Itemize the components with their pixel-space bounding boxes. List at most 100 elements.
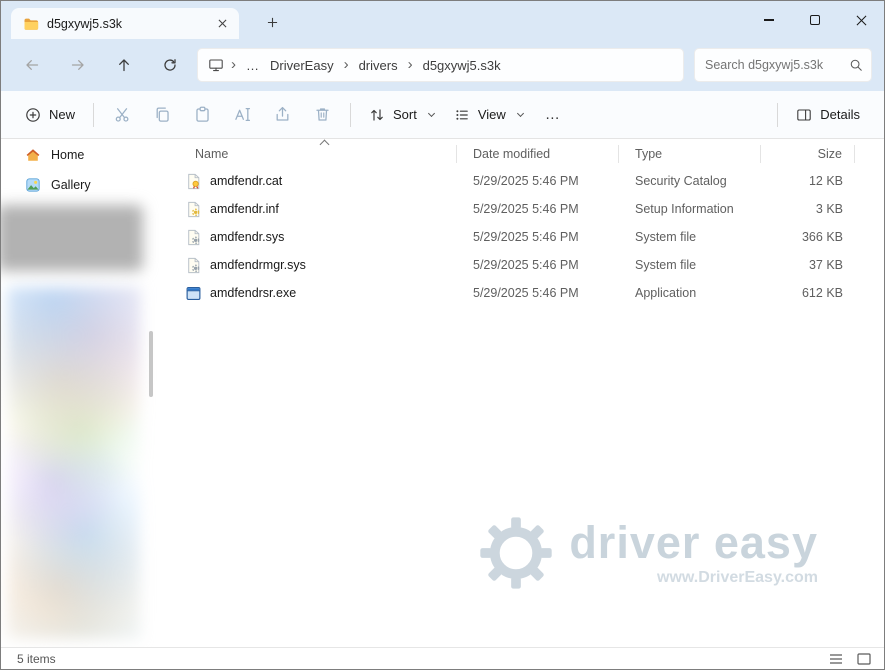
sidebar-item-gallery[interactable]: Gallery [9, 171, 153, 199]
file-type: System file [619, 230, 761, 244]
breadcrumb-item-current[interactable]: d5gxywj5.s3k [418, 55, 506, 76]
file-table: Name Date modified Type Size amdfendr.ca… [179, 141, 855, 307]
gallery-icon [25, 177, 41, 193]
redacted-sidebar-block [1, 205, 143, 271]
details-view-toggle[interactable] [824, 650, 848, 668]
file-size: 12 KB [761, 174, 855, 188]
sidebar-item-home[interactable]: Home [9, 141, 153, 169]
file-name: amdfendrmgr.sys [210, 258, 306, 272]
file-size: 612 KB [761, 286, 855, 300]
file-name: amdfendr.sys [210, 230, 284, 244]
forward-icon [70, 57, 86, 73]
column-header-type[interactable]: Type [619, 145, 761, 163]
up-icon [116, 57, 132, 73]
search-box[interactable] [694, 48, 872, 82]
chevron-right-icon: › [226, 56, 241, 75]
command-bar: New Sort View [1, 91, 884, 139]
breadcrumb-item-drivers[interactable]: drivers [354, 55, 403, 76]
status-bar: 5 items [1, 647, 884, 669]
cut-button[interactable] [102, 98, 142, 132]
setup-file-icon [185, 201, 202, 218]
column-header-label: Size [818, 147, 842, 161]
list-view-icon [829, 653, 843, 665]
this-pc-icon [208, 57, 224, 73]
rename-button[interactable] [222, 98, 262, 132]
table-row[interactable]: amdfendr.inf 5/29/2025 5:46 PM Setup Inf… [179, 195, 855, 223]
explorer-tab[interactable]: d5gxywj5.s3k [11, 8, 239, 39]
sidebar-scrollbar[interactable] [149, 331, 153, 397]
new-button[interactable]: New [15, 100, 85, 130]
chevron-right-icon: › [403, 56, 418, 75]
file-size: 37 KB [761, 258, 855, 272]
titlebar: d5gxywj5.s3k [1, 1, 884, 39]
column-headers: Name Date modified Type Size [179, 141, 855, 167]
breadcrumb-item-drivereasy[interactable]: DriverEasy [265, 55, 339, 76]
maximize-icon [810, 15, 820, 25]
file-name: amdfendr.cat [210, 174, 282, 188]
system-file-icon [185, 257, 202, 274]
close-button[interactable] [838, 1, 884, 39]
sidebar-item-label: Gallery [51, 178, 91, 192]
more-options-button[interactable]: … [533, 98, 573, 132]
view-button[interactable]: View [444, 100, 533, 130]
maximize-button[interactable] [792, 1, 838, 39]
table-row[interactable]: amdfendrsr.exe 5/29/2025 5:46 PM Applica… [179, 279, 855, 307]
refresh-button[interactable] [153, 48, 187, 82]
search-input[interactable] [705, 58, 849, 72]
breadcrumb-overflow[interactable]: … [241, 58, 265, 73]
refresh-icon [162, 57, 178, 73]
share-button[interactable] [262, 98, 302, 132]
application-file-icon [185, 285, 202, 302]
column-header-name[interactable]: Name [179, 145, 457, 163]
window-controls [746, 1, 884, 39]
copy-button[interactable] [142, 98, 182, 132]
column-header-label: Type [635, 147, 662, 161]
column-header-size[interactable]: Size [761, 145, 855, 163]
thumbnail-view-toggle[interactable] [852, 650, 876, 668]
delete-button[interactable] [302, 98, 342, 132]
item-count: 5 items [17, 652, 56, 666]
table-row[interactable]: amdfendr.cat 5/29/2025 5:46 PM Security … [179, 167, 855, 195]
share-icon [274, 106, 291, 123]
toolbar-divider [93, 103, 94, 127]
file-name: amdfendrsr.exe [210, 286, 296, 300]
toolbar-divider [777, 103, 778, 127]
thumbnail-view-icon [857, 653, 871, 665]
column-header-date[interactable]: Date modified [457, 145, 619, 163]
table-row[interactable]: amdfendrmgr.sys 5/29/2025 5:46 PM System… [179, 251, 855, 279]
new-tab-button[interactable] [259, 11, 285, 33]
tab-close-icon[interactable] [213, 15, 231, 33]
sort-button[interactable]: Sort [359, 100, 444, 130]
chevron-down-icon [428, 110, 435, 117]
tab-title: d5gxywj5.s3k [47, 17, 205, 31]
drivereasy-watermark: driver easy www.DriverEasy.com [479, 516, 818, 590]
file-list-area: Name Date modified Type Size amdfendr.ca… [161, 139, 884, 649]
redacted-sidebar-items [7, 287, 141, 639]
search-icon[interactable] [849, 58, 863, 72]
paste-button[interactable] [182, 98, 222, 132]
close-icon [856, 15, 867, 26]
sort-ascending-icon [320, 140, 330, 150]
details-button-label: Details [820, 107, 860, 122]
delete-icon [314, 106, 331, 123]
file-date: 5/29/2025 5:46 PM [457, 258, 619, 272]
gear-logo-icon [479, 516, 553, 590]
view-button-label: View [478, 107, 506, 122]
breadcrumb[interactable]: › … DriverEasy › drivers › d5gxywj5.s3k [197, 48, 684, 82]
forward-button[interactable] [61, 48, 95, 82]
minimize-button[interactable] [746, 1, 792, 39]
table-row[interactable]: amdfendr.sys 5/29/2025 5:46 PM System fi… [179, 223, 855, 251]
details-button[interactable]: Details [786, 100, 870, 130]
file-date: 5/29/2025 5:46 PM [457, 174, 619, 188]
up-button[interactable] [107, 48, 141, 82]
explorer-window: d5gxywj5.s3k [0, 0, 885, 670]
file-name: amdfendr.inf [210, 202, 279, 216]
file-type: Setup Information [619, 202, 761, 216]
address-bar: › … DriverEasy › drivers › d5gxywj5.s3k [1, 39, 884, 91]
system-file-icon [185, 229, 202, 246]
paste-icon [194, 106, 211, 123]
back-button[interactable] [15, 48, 49, 82]
rename-icon [234, 106, 251, 123]
column-header-label: Name [195, 147, 228, 161]
cut-icon [114, 106, 131, 123]
